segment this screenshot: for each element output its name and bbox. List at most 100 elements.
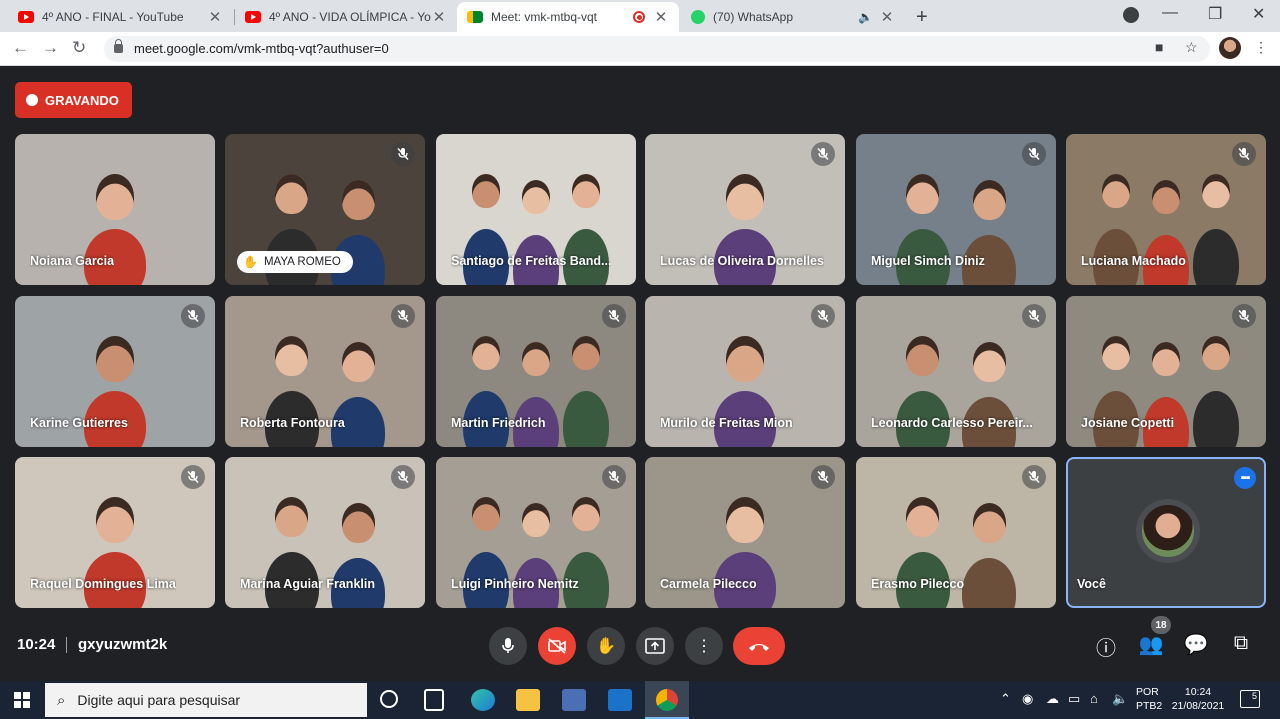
tab-title: 4º ANO - FINAL - YouTube — [42, 10, 184, 24]
leave-call-button[interactable] — [733, 627, 785, 665]
more-vert-icon: ⋮ — [696, 638, 712, 655]
network-icon[interactable]: ⌂ — [1090, 691, 1098, 706]
meet-tray-icon[interactable]: ◉ — [1022, 691, 1033, 707]
notification-center-icon[interactable]: 5 — [1240, 690, 1260, 708]
participant-tile[interactable]: Leonardo Carlesso Pereir... — [856, 296, 1056, 447]
person-face — [1101, 174, 1131, 209]
close-window-button[interactable]: ✕ — [1252, 4, 1265, 24]
person-body — [563, 391, 609, 447]
person-face — [905, 497, 940, 538]
profile-avatar[interactable] — [1219, 37, 1241, 59]
person-face — [471, 336, 501, 371]
new-tab-button[interactable]: + — [916, 6, 928, 29]
chrome-taskbar-button[interactable] — [645, 681, 689, 719]
close-tab-icon[interactable]: ✕ — [207, 8, 223, 26]
participant-name: Santiago de Freitas Band... — [451, 254, 612, 268]
participant-tile[interactable]: Raquel Domingues Lima — [15, 457, 215, 608]
person-face — [1201, 336, 1231, 371]
taskbar-clock[interactable]: 10:24 21/08/2021 — [1170, 685, 1226, 713]
participant-tile[interactable]: Santiago de Freitas Band... — [436, 134, 636, 285]
input-language[interactable]: POR PTB2 — [1136, 685, 1162, 713]
raise-hand-button[interactable]: ✋ — [587, 627, 625, 665]
participant-tile[interactable]: Martin Friedrich — [436, 296, 636, 447]
volume-icon[interactable]: 🔈 — [1112, 691, 1128, 707]
info-icon[interactable]: ⓘ — [1093, 632, 1119, 661]
close-tab-icon[interactable]: ✕ — [879, 8, 895, 26]
participant-name: Raquel Domingues Lima — [30, 577, 176, 591]
clock-time: 10:24 — [1184, 686, 1212, 698]
cortana-icon[interactable] — [380, 690, 398, 708]
bookmark-star-icon[interactable]: ☆ — [1185, 39, 1198, 56]
participant-tile[interactable]: Murilo de Freitas Mion — [645, 296, 845, 447]
url-text: meet.google.com/vmk-mtbq-vqt?authuser=0 — [134, 41, 389, 56]
self-tile[interactable]: ▪▪▪ Você — [1066, 457, 1266, 608]
camera-off-button[interactable] — [538, 627, 576, 665]
person-face — [725, 174, 765, 221]
present-screen-button[interactable] — [636, 627, 674, 665]
chrome-icon — [656, 689, 678, 711]
participant-tile[interactable]: Luciana Machado — [1066, 134, 1266, 285]
mic-off-icon — [391, 465, 415, 489]
people-icon[interactable]: 👥 — [1138, 632, 1164, 657]
menu-kebab-icon[interactable]: ⋮ — [1254, 39, 1268, 56]
tab-strip: 4º ANO - FINAL - YouTube ✕ 4º ANO - VIDA… — [0, 0, 1280, 32]
participant-name: Murilo de Freitas Mion — [660, 416, 793, 430]
task-view-icon[interactable] — [424, 689, 444, 711]
activities-icon[interactable]: ⧉ — [1228, 632, 1254, 655]
close-tab-icon[interactable]: ✕ — [431, 8, 447, 26]
minimize-button[interactable]: — — [1162, 4, 1178, 22]
participant-name: Luigi Pinheiro Nemitz — [451, 577, 579, 591]
hang-up-icon — [749, 644, 769, 651]
file-explorer-icon[interactable] — [516, 689, 540, 711]
participant-tile[interactable]: Carmela Pilecco — [645, 457, 845, 608]
participant-name: Martin Friedrich — [451, 416, 546, 430]
clock-date: 21/08/2021 — [1171, 700, 1225, 712]
participant-tile[interactable]: Noiana Garcia — [15, 134, 215, 285]
windows-start-icon[interactable] — [14, 692, 30, 708]
raised-hand-label: ✋ MAYA ROMEO — [237, 251, 353, 273]
restore-button[interactable]: ❐ — [1208, 4, 1222, 24]
store-icon[interactable] — [562, 689, 586, 711]
participant-tile[interactable]: Luigi Pinheiro Nemitz — [436, 457, 636, 608]
back-arrow-icon[interactable]: ← — [12, 38, 29, 58]
participant-tile[interactable]: Miguel Simch Diniz — [856, 134, 1056, 285]
person-face — [471, 174, 501, 209]
battery-icon[interactable]: ▭ — [1068, 691, 1080, 707]
mail-icon[interactable] — [608, 689, 632, 711]
tab-meet[interactable]: Meet: vmk-mtbq-vqt ✕ — [457, 2, 679, 32]
tab-youtube-vida-olimpica[interactable]: 4º ANO - VIDA OLÍMPICA - YouTube ✕ — [235, 2, 457, 32]
show-hidden-icons-chevron-icon[interactable]: ⌃ — [1000, 691, 1011, 707]
person-face — [341, 503, 376, 544]
mic-off-icon — [391, 304, 415, 328]
tab-youtube-final[interactable]: 4º ANO - FINAL - YouTube ✕ — [8, 2, 233, 32]
forward-arrow-icon[interactable]: → — [42, 38, 59, 58]
participant-tile[interactable]: ✋ MAYA ROMEO — [225, 134, 425, 285]
person-body — [1193, 229, 1239, 285]
participant-tile[interactable]: Josiane Copetti — [1066, 296, 1266, 447]
people-count-badge: 18 — [1151, 616, 1171, 634]
person-face — [471, 497, 501, 532]
chat-icon[interactable]: 💬 — [1183, 632, 1209, 657]
person-face — [725, 497, 765, 544]
more-options-button[interactable]: ⋮ — [685, 627, 723, 665]
microphone-button[interactable] — [489, 627, 527, 665]
close-tab-icon[interactable]: ✕ — [653, 8, 669, 26]
participant-tile[interactable]: Marina Aguiar Franklin — [225, 457, 425, 608]
tab-search-icon[interactable] — [1123, 7, 1139, 23]
participant-tile[interactable]: Erasmo Pilecco — [856, 457, 1056, 608]
speaker-icon[interactable]: 🔈 — [858, 10, 873, 24]
tab-whatsapp[interactable]: (70) WhatsApp 🔈 ✕ — [681, 2, 905, 32]
taskbar-search-box[interactable]: ⌕ Digite aqui para pesquisar — [45, 683, 367, 717]
edge-icon[interactable] — [471, 689, 495, 711]
camera-icon[interactable]: ■ — [1155, 39, 1163, 55]
reload-icon[interactable]: ↻ — [72, 38, 86, 58]
address-bar[interactable]: meet.google.com/vmk-mtbq-vqt?authuser=0 — [104, 36, 1210, 62]
participant-tile[interactable]: Karine Gutierres — [15, 296, 215, 447]
participant-tile[interactable]: Lucas de Oliveira Dornelles — [645, 134, 845, 285]
participant-tile[interactable]: Roberta Fontoura — [225, 296, 425, 447]
speaking-indicator-icon: ▪▪▪ — [1234, 467, 1256, 489]
person-face — [905, 336, 940, 377]
keyboard-layout: PTB2 — [1136, 700, 1163, 712]
onedrive-icon[interactable]: ☁ — [1046, 691, 1059, 707]
person-body — [1193, 391, 1239, 447]
